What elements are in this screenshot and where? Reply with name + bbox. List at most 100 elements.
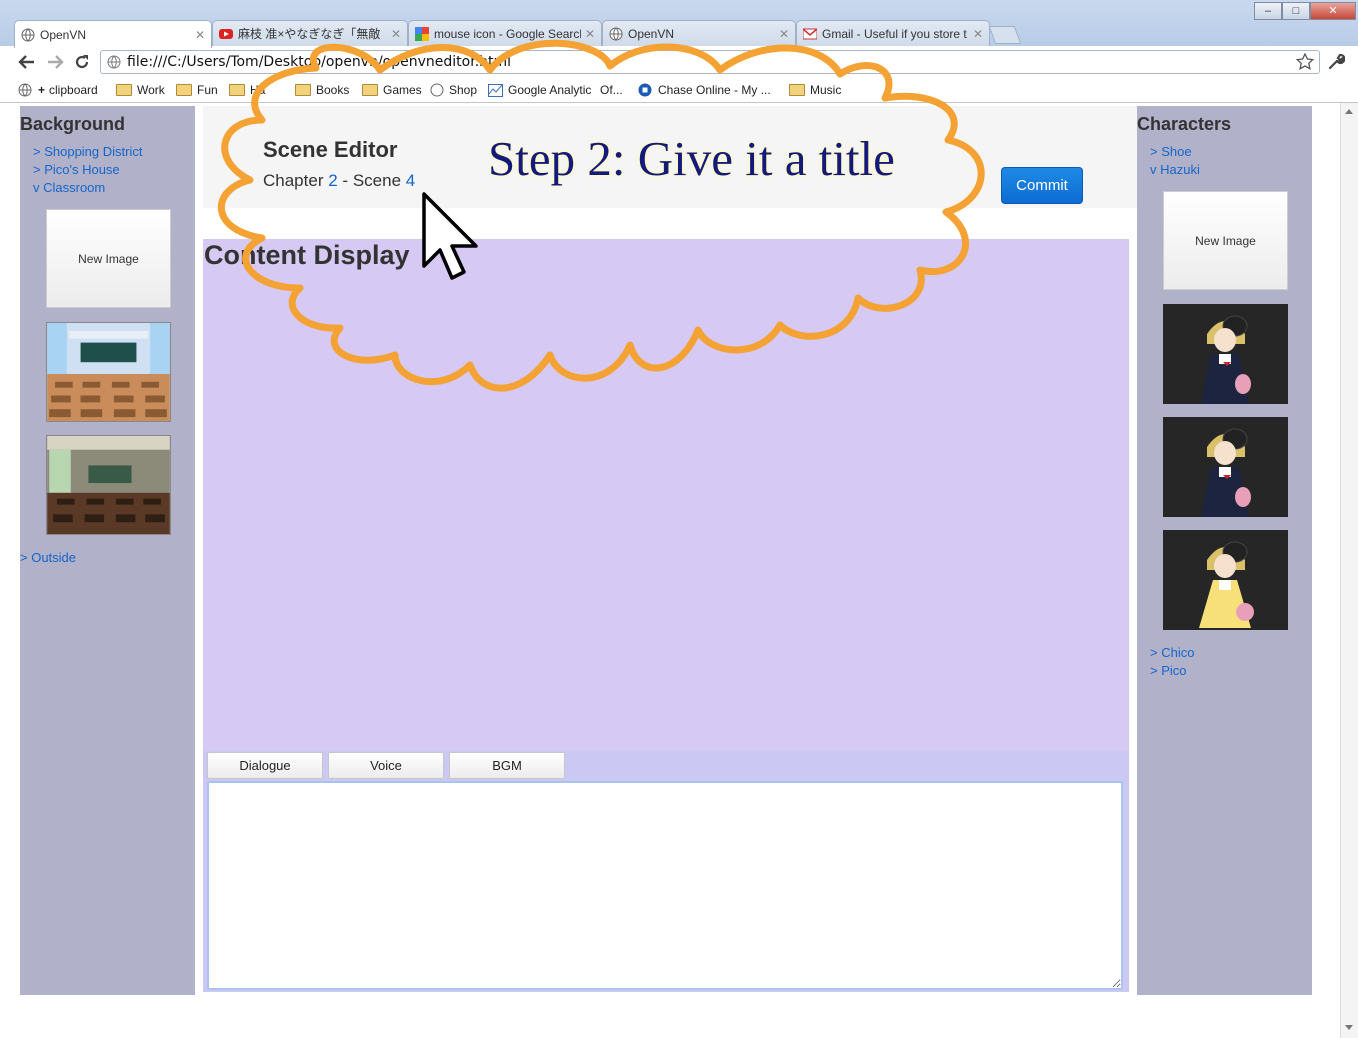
- chapter-number-link[interactable]: 2: [328, 171, 337, 190]
- bookmarks-bar: + clipboard Work Fun Ha Books Games Shop…: [0, 80, 1358, 102]
- close-tab-icon[interactable]: ✕: [391, 27, 401, 41]
- tab-label: 麻枝 准×やなぎなぎ「無敵: [238, 27, 381, 41]
- bookmark-chase[interactable]: Chase Online - My ...: [638, 83, 771, 97]
- tab-google-search[interactable]: mouse icon - Google Searcl ✕: [408, 20, 602, 46]
- classroom-thumbnail-2[interactable]: [46, 435, 171, 535]
- character-group-shoe[interactable]: > Shoe: [1150, 144, 1192, 159]
- bookmark-label: Games: [383, 83, 422, 97]
- tab-label: OpenVN: [40, 27, 87, 42]
- address-bar[interactable]: file:///C:/Users/Tom/Desktop/openvn/open…: [100, 50, 1320, 74]
- tab-gmail[interactable]: Gmail - Useful if you store t ✕: [796, 20, 990, 46]
- bookmark-label: Music: [810, 83, 842, 97]
- bookmark-label: clipboard: [49, 83, 98, 97]
- globe-icon: [21, 28, 35, 41]
- folder-icon: [176, 84, 192, 96]
- globe-icon: [609, 27, 623, 40]
- globe-icon: [18, 83, 32, 97]
- character-group-hazuki[interactable]: v Hazuki: [1150, 162, 1200, 177]
- reload-icon[interactable]: [73, 53, 91, 71]
- close-tab-icon[interactable]: ✕: [585, 27, 595, 41]
- background-group-classroom[interactable]: v Classroom: [33, 180, 105, 195]
- close-tab-icon[interactable]: ✕: [973, 27, 983, 41]
- tab-dialogue[interactable]: Dialogue: [207, 752, 323, 779]
- forward-arrow-icon[interactable]: [46, 54, 64, 70]
- minimize-button[interactable]: –: [1254, 2, 1282, 20]
- background-title: Background: [20, 114, 126, 134]
- globe-icon: [430, 83, 444, 97]
- content-display-area: [203, 239, 1129, 751]
- character-group-chico[interactable]: > Chico: [1150, 645, 1194, 660]
- scroll-down-arrow-icon[interactable]: [1345, 1025, 1353, 1030]
- hazuki-sprite-3[interactable]: [1163, 530, 1288, 630]
- bookmark-label: Ha: [250, 83, 266, 97]
- separator: -: [342, 171, 349, 190]
- page-divider: [0, 102, 1358, 103]
- tab-bgm[interactable]: BGM: [449, 752, 565, 779]
- bookmark-label: Chase Online - My ...: [658, 83, 771, 97]
- hazuki-sprite-2[interactable]: [1163, 417, 1288, 517]
- scroll-up-arrow-icon[interactable]: [1345, 109, 1353, 114]
- bookmark-fun[interactable]: Fun: [176, 83, 218, 97]
- background-group-picos-house[interactable]: > Pico's House: [33, 162, 120, 177]
- close-tab-icon[interactable]: ✕: [195, 28, 205, 42]
- character-group-pico[interactable]: > Pico: [1150, 663, 1187, 678]
- character-new-image-button[interactable]: New Image: [1163, 191, 1288, 290]
- youtube-icon: [219, 28, 233, 39]
- bookmark-work[interactable]: Work: [116, 83, 165, 97]
- scene-label: Scene: [352, 171, 402, 190]
- bookmark-label: Books: [316, 83, 350, 97]
- scene-editor-title: Scene Editor: [263, 137, 398, 162]
- bookmark-clipboard[interactable]: + clipboard: [18, 83, 98, 97]
- bookmark-books[interactable]: Books: [295, 83, 349, 97]
- bookmark-label: Work: [137, 83, 165, 97]
- chapter-label: Chapter: [263, 171, 324, 190]
- folder-icon: [295, 84, 311, 96]
- scene-number-link[interactable]: 4: [406, 171, 415, 190]
- folder-icon: [789, 84, 805, 96]
- bookmark-label: Fun: [197, 83, 218, 97]
- folder-icon: [362, 84, 378, 96]
- mouse-cursor-icon: [422, 192, 478, 280]
- tab-youtube[interactable]: 麻枝 准×やなぎなぎ「無敵 ✕: [212, 20, 408, 46]
- bookmark-games[interactable]: Games: [362, 83, 422, 97]
- tab-label: OpenVN: [628, 26, 675, 41]
- close-tab-icon[interactable]: ✕: [779, 27, 789, 41]
- back-arrow-icon[interactable]: [18, 54, 36, 70]
- close-window-button[interactable]: ✕: [1310, 2, 1356, 20]
- step-annotation-text: Step 2: Give it a title: [488, 131, 895, 186]
- bookmark-label: Shop: [449, 83, 478, 97]
- content-display-title: Content Display: [204, 240, 410, 270]
- classroom-thumbnail-1[interactable]: [46, 322, 171, 422]
- star-bookmark-icon[interactable]: [1296, 53, 1314, 71]
- background-group-shopping-district[interactable]: > Shopping District: [33, 144, 142, 159]
- chapter-scene-line: Chapter 2 - Scene 4: [263, 171, 415, 191]
- wrench-menu-icon[interactable]: [1327, 53, 1345, 71]
- background-group-outside[interactable]: > Outside: [20, 550, 76, 565]
- bookmark-music[interactable]: Music: [789, 83, 841, 97]
- characters-title: Characters: [1137, 114, 1232, 134]
- maximize-button[interactable]: □: [1282, 2, 1310, 20]
- folder-icon: [229, 84, 245, 96]
- tab-label: mouse icon - Google Searcl: [434, 26, 581, 41]
- bookmark-label: Google Analytic: [508, 83, 592, 97]
- background-new-image-button[interactable]: New Image: [46, 209, 171, 308]
- hazuki-sprite-1[interactable]: [1163, 304, 1288, 404]
- analytics-icon: [488, 83, 503, 97]
- tab-voice[interactable]: Voice: [328, 752, 444, 779]
- commit-button[interactable]: Commit: [1001, 167, 1083, 204]
- bookmark-google-analytics[interactable]: Google Analytic: [488, 83, 591, 97]
- tab-label: Gmail - Useful if you store t: [822, 26, 967, 41]
- dialogue-textarea[interactable]: [207, 781, 1123, 990]
- bookmark-shop[interactable]: Shop: [430, 83, 477, 97]
- bookmark-label: Of...: [600, 83, 623, 97]
- bookmark-ha[interactable]: Ha: [229, 83, 265, 97]
- bookmark-of[interactable]: Of...: [600, 83, 623, 97]
- google-icon: [415, 26, 429, 41]
- folder-icon: [116, 84, 132, 96]
- chase-icon: [638, 83, 652, 97]
- tab-openvn[interactable]: OpenVN ✕: [14, 20, 212, 48]
- tab-openvn-2[interactable]: OpenVN ✕: [602, 20, 796, 46]
- page-scrollbar[interactable]: [1340, 103, 1358, 1038]
- gmail-icon: [803, 27, 817, 39]
- page-icon: [107, 55, 121, 69]
